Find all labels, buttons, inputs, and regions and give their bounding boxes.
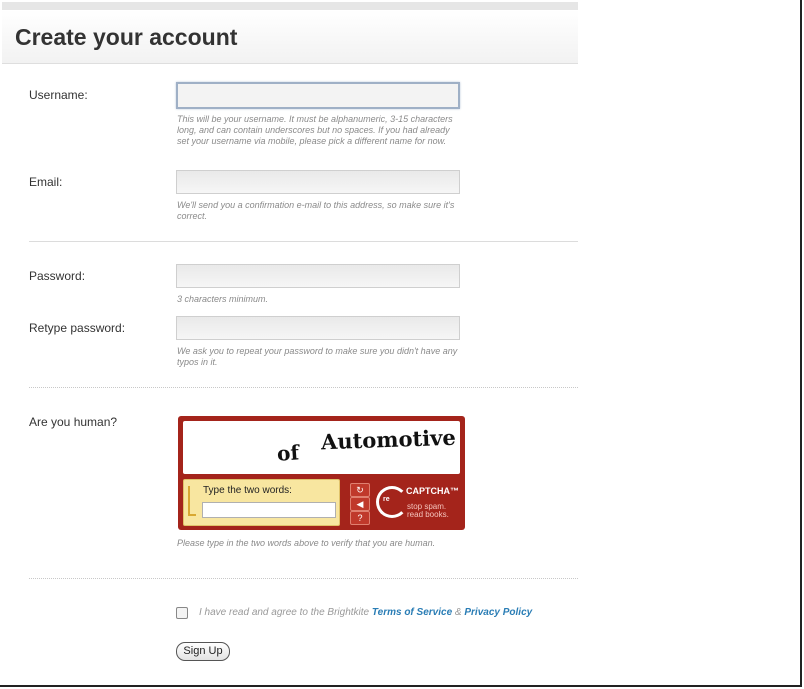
recaptcha-tagline-2: read books. [407,510,449,519]
terms-label: I have read and agree to the Brightkite [199,607,370,618]
page-header: Create your account [2,10,578,64]
recaptcha-logo-re: re [383,496,390,503]
username-field[interactable] [176,82,460,109]
email-label: Email: [29,175,63,189]
username-label: Username: [29,88,88,102]
email-hint: We'll send you a confirmation e-mail to … [177,200,455,221]
sign-up-button[interactable]: Sign Up [176,642,230,661]
recaptcha-widget: of Automotive Type the two words: ↻ ◀ ? … [178,416,465,530]
section-divider [29,387,578,388]
captcha-word-1: of [276,440,300,466]
window-border-bottom [0,685,802,687]
recaptcha-circle-icon [376,486,408,518]
password-hint: 3 characters minimum. [177,294,269,304]
recaptcha-tagline: stop spam. read books. [407,503,449,519]
terms-ampersand: & [454,607,462,618]
arrow-icon [188,486,196,516]
top-bar [2,2,578,10]
retype-password-field[interactable] [176,316,460,340]
reload-icon[interactable]: ↻ [350,483,370,497]
captcha-input[interactable] [202,502,336,518]
captcha-hint: Please type in the two words above to ve… [177,538,436,548]
privacy-policy-link[interactable]: Privacy Policy [464,607,532,618]
terms-checkbox[interactable] [176,607,188,619]
section-divider [29,241,578,242]
username-hint: This will be your username. It must be a… [177,114,453,146]
captcha-prompt: Type the two words: [203,485,292,496]
help-icon[interactable]: ? [350,511,370,525]
retype-password-hint: We ask you to repeat your password to ma… [177,346,458,367]
retype-password-label: Retype password: [29,321,126,335]
page-title: Create your account [15,24,238,50]
window-border-right [800,0,802,687]
recaptcha-logo: re CAPTCHA™ stop spam. read books. [374,482,462,526]
captcha-image: of Automotive [183,421,460,474]
captcha-answer-box: Type the two words: [183,479,340,526]
password-field[interactable] [176,264,460,288]
captcha-word-2: Automotive [320,424,457,455]
captcha-label: Are you human? [29,415,118,429]
email-field[interactable] [176,170,460,194]
password-label: Password: [29,269,86,283]
terms-of-service-link[interactable]: Terms of Service [372,607,452,618]
recaptcha-logo-name: CAPTCHA™ [406,486,459,496]
section-divider [29,578,578,579]
signup-page: Create your account Username: This will … [2,0,578,684]
terms-text: I have read and agree to the Brightkite … [199,607,532,618]
audio-icon[interactable]: ◀ [350,497,370,511]
